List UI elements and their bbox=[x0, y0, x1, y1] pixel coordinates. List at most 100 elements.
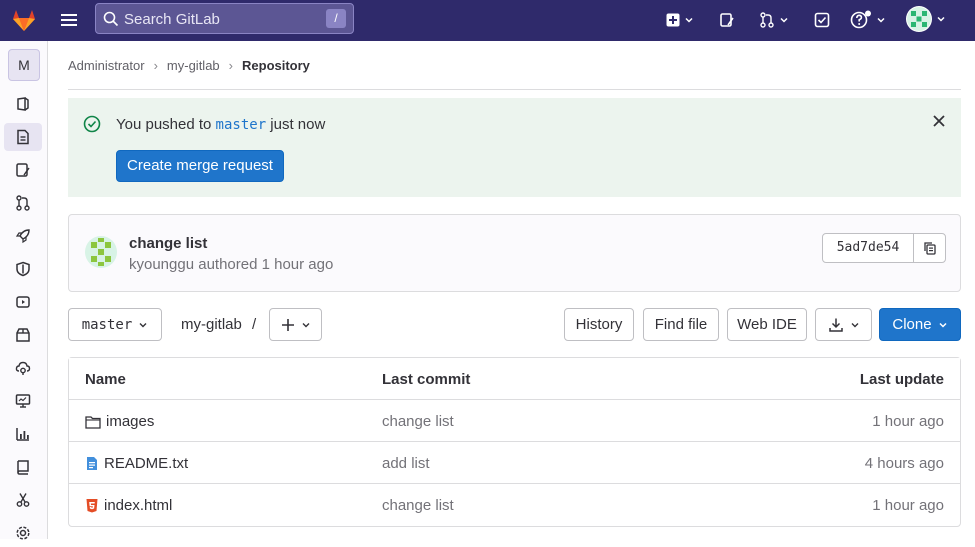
issues-nav-button[interactable] bbox=[719, 9, 735, 31]
commit-sha-group: 5ad7de54 bbox=[822, 233, 946, 263]
plus-square-icon bbox=[666, 13, 680, 27]
file-name-cell[interactable]: index.html bbox=[85, 497, 172, 514]
column-header-last-update: Last update bbox=[859, 371, 944, 388]
monitor-icon bbox=[15, 394, 31, 408]
table-row[interactable]: images change list 1 hour ago bbox=[69, 400, 960, 442]
search-input[interactable]: Search GitLab / bbox=[95, 3, 354, 34]
clone-dropdown[interactable]: Clone bbox=[879, 308, 961, 341]
sidebar-item-packages[interactable] bbox=[4, 321, 42, 349]
sidebar-item-infrastructure[interactable] bbox=[4, 354, 42, 382]
breadcrumb-separator-icon: › bbox=[153, 58, 158, 73]
project-sidebar: M bbox=[0, 41, 48, 540]
sidebar-item-wiki[interactable] bbox=[4, 453, 42, 481]
breadcrumb-item-repository[interactable]: Repository bbox=[242, 58, 310, 73]
menu-icon[interactable] bbox=[59, 10, 79, 30]
file-name[interactable]: index.html bbox=[104, 497, 172, 514]
commit-sha[interactable]: 5ad7de54 bbox=[823, 234, 914, 262]
sidebar-item-project-overview[interactable] bbox=[4, 90, 42, 118]
infrastructure-icon bbox=[15, 361, 31, 375]
merge-requests-icon bbox=[16, 195, 30, 211]
sidebar-item-deployments[interactable] bbox=[4, 288, 42, 316]
column-header-name: Name bbox=[85, 371, 126, 388]
user-avatar-icon bbox=[906, 6, 932, 32]
chevron-down-icon bbox=[939, 322, 947, 328]
add-to-tree-dropdown[interactable] bbox=[269, 308, 322, 341]
commit-title[interactable]: change list bbox=[129, 235, 207, 252]
create-merge-request-button[interactable]: Create merge request bbox=[116, 150, 284, 182]
breadcrumb-separator-icon: › bbox=[228, 58, 234, 73]
chevron-down-icon bbox=[877, 17, 885, 23]
issues-icon bbox=[720, 13, 734, 27]
author-avatar[interactable] bbox=[85, 236, 117, 268]
todos-nav-button[interactable] bbox=[814, 9, 830, 31]
repository-path-root[interactable]: my-gitlab bbox=[181, 316, 242, 333]
project-overview-icon bbox=[17, 97, 29, 111]
sidebar-item-ci-cd[interactable] bbox=[4, 222, 42, 250]
analytics-icon bbox=[16, 428, 29, 441]
commit-message-cell[interactable]: add list bbox=[382, 455, 430, 472]
history-button[interactable]: History bbox=[564, 308, 634, 341]
table-row[interactable]: README.txt add list 4 hours ago bbox=[69, 442, 960, 484]
user-menu-dropdown[interactable] bbox=[906, 6, 946, 32]
table-header-row: Name Last commit Last update bbox=[69, 358, 960, 400]
shield-icon bbox=[16, 261, 30, 277]
search-placeholder: Search GitLab bbox=[124, 11, 220, 28]
sidebar-item-analytics[interactable] bbox=[4, 420, 42, 448]
help-dropdown[interactable] bbox=[850, 9, 886, 31]
deployments-icon bbox=[16, 296, 30, 308]
top-navbar: Search GitLab / bbox=[0, 0, 975, 41]
alert-branch-name[interactable]: master bbox=[216, 117, 267, 133]
sidebar-item-monitor[interactable] bbox=[4, 387, 42, 415]
sidebar-item-repository[interactable] bbox=[4, 123, 42, 151]
chevron-down-icon bbox=[937, 16, 945, 22]
updated-time-cell: 1 hour ago bbox=[872, 497, 944, 514]
rocket-icon bbox=[15, 229, 30, 244]
wiki-icon bbox=[17, 460, 29, 475]
package-icon bbox=[16, 328, 30, 342]
alert-message: You pushed to master just now bbox=[116, 116, 325, 133]
breadcrumb-divider bbox=[68, 89, 961, 90]
branch-selector-dropdown[interactable]: master bbox=[68, 308, 162, 341]
file-name[interactable]: images bbox=[106, 413, 154, 430]
breadcrumb-item-project[interactable]: my-gitlab bbox=[167, 58, 220, 73]
updated-time-cell: 1 hour ago bbox=[872, 413, 944, 430]
chevron-down-icon bbox=[139, 322, 147, 327]
project-avatar[interactable]: M bbox=[8, 49, 40, 81]
copy-sha-button[interactable] bbox=[914, 234, 945, 262]
help-icon bbox=[850, 10, 871, 29]
alert-message-prefix: You pushed to bbox=[116, 116, 212, 133]
sidebar-item-snippets[interactable] bbox=[4, 486, 42, 514]
find-file-button[interactable]: Find file bbox=[643, 308, 719, 341]
updated-time-cell: 4 hours ago bbox=[864, 455, 944, 472]
breadcrumb-item-administrator[interactable]: Administrator bbox=[68, 58, 145, 73]
chevron-down-icon bbox=[780, 17, 788, 23]
file-name[interactable]: README.txt bbox=[104, 455, 188, 472]
sidebar-item-issues[interactable] bbox=[4, 156, 42, 184]
new-item-dropdown[interactable] bbox=[666, 9, 694, 31]
repository-icon bbox=[17, 129, 29, 145]
file-name-cell[interactable]: images bbox=[85, 413, 154, 430]
breadcrumb: Administrator › my-gitlab › Repository bbox=[68, 58, 310, 73]
commit-message-cell[interactable]: change list bbox=[382, 413, 454, 430]
commit-meta: kyounggu authored 1 hour ago bbox=[129, 256, 334, 273]
merge-request-icon bbox=[760, 12, 774, 28]
plus-icon bbox=[281, 318, 294, 331]
clone-label: Clone bbox=[892, 316, 932, 333]
html5-file-icon bbox=[86, 499, 98, 513]
text-file-icon bbox=[87, 457, 97, 470]
repository-path-separator: / bbox=[252, 316, 257, 333]
merge-requests-dropdown[interactable] bbox=[759, 9, 789, 31]
search-shortcut-hint: / bbox=[326, 9, 346, 28]
sidebar-item-security[interactable] bbox=[4, 255, 42, 283]
download-dropdown[interactable] bbox=[815, 308, 872, 341]
chevron-down-icon bbox=[302, 322, 309, 327]
file-name-cell[interactable]: README.txt bbox=[85, 455, 188, 472]
close-icon[interactable] bbox=[932, 114, 946, 128]
sidebar-item-settings[interactable] bbox=[4, 519, 42, 547]
table-row[interactable]: index.html change list 1 hour ago bbox=[69, 484, 960, 526]
gitlab-logo-icon[interactable] bbox=[10, 6, 38, 34]
web-ide-button[interactable]: Web IDE bbox=[727, 308, 807, 341]
sidebar-item-merge-requests[interactable] bbox=[4, 189, 42, 217]
snippets-icon bbox=[16, 493, 30, 507]
commit-message-cell[interactable]: change list bbox=[382, 497, 454, 514]
